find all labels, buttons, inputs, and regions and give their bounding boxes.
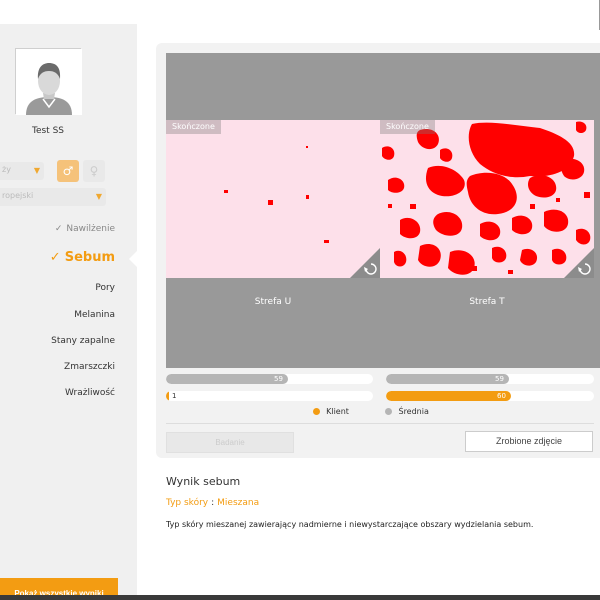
rotate-icon <box>564 248 594 278</box>
menu-item-stany-zapalne[interactable]: Stany zapalne <box>51 336 115 346</box>
zone-u-average-bar: 59 <box>166 374 373 384</box>
legend-average-dot <box>385 408 393 415</box>
zone-u-image[interactable]: Skończone <box>166 120 380 278</box>
zone-t-average-value: 59 <box>495 375 504 383</box>
sebum-map-zone-t <box>382 121 591 275</box>
gender-male-button[interactable]: ♂ <box>57 160 79 182</box>
skin-type-label: Typ skóry <box>166 498 209 508</box>
skin-type-value: Mieszana <box>217 498 260 508</box>
menu-item-pory[interactable]: Pory <box>95 283 115 293</box>
chevron-down-icon: ▼ <box>95 192 102 201</box>
legend: Klient Średnia <box>156 407 600 416</box>
result-description: Typ skóry mieszanej zawierający nadmiern… <box>166 520 534 529</box>
skin-type: Typ skóry: Mieszana <box>166 498 259 508</box>
divider <box>166 423 594 424</box>
zone-t-client-bar: 60 <box>386 391 594 401</box>
zone-u-label: Strefa U <box>254 297 292 307</box>
check-icon: ✓ <box>49 250 61 265</box>
ethnicity-select-value: ropejski <box>2 191 34 200</box>
chevron-down-icon: ▼ <box>33 166 40 175</box>
zone-t-client-fill <box>386 391 511 401</box>
zone-u-average-value: 59 <box>274 375 283 383</box>
zone-t-average-bar: 59 <box>386 374 594 384</box>
user-silhouette-icon <box>16 49 82 115</box>
window-top-strip <box>0 0 600 30</box>
check-icon: ✓ <box>54 224 63 234</box>
legend-client-label: Klient <box>326 407 349 416</box>
menu-item-melanina[interactable]: Melanina <box>74 310 115 320</box>
zone-u-status-tag: Skończone <box>166 120 221 134</box>
rotate-button[interactable] <box>564 248 594 278</box>
male-icon: ♂ <box>62 164 74 178</box>
zone-u-client-value: 1 <box>172 392 177 400</box>
legend-average-label: Średnia <box>398 407 429 416</box>
female-icon: ♀ <box>89 164 99 178</box>
zone-u-average-fill <box>166 374 288 384</box>
zone-t-average-fill <box>386 374 509 384</box>
result-title: Wynik sebum <box>166 475 241 488</box>
rotate-button[interactable] <box>350 248 380 278</box>
taken-photo-button[interactable]: Zrobione zdjęcie <box>465 431 593 452</box>
zone-t-label: Strefa T <box>469 297 505 307</box>
zone-t-status-tag: Skończone <box>380 120 435 134</box>
exam-button[interactable]: Badanie <box>166 432 294 453</box>
gender-female-button[interactable]: ♀ <box>83 160 105 182</box>
active-item-indicator <box>129 251 137 267</box>
zone-u-client-fill <box>166 391 169 401</box>
rotate-icon <box>350 248 380 278</box>
zone-u-client-bar: 1 <box>166 391 373 401</box>
skin-type-separator: : <box>211 498 215 508</box>
ethnicity-select[interactable]: ropejski ▼ <box>0 188 106 206</box>
avatar[interactable] <box>15 48 82 115</box>
menu-item-wrazliwosc[interactable]: Wrażliwość <box>65 388 115 398</box>
user-name: Test SS <box>31 126 64 136</box>
gender-select[interactable]: ży ▼ <box>0 162 44 180</box>
sebum-map-zone-u <box>224 146 329 243</box>
menu-item-zmarszczki[interactable]: Zmarszczki <box>64 362 115 372</box>
gender-select-value: ży <box>2 165 11 174</box>
image-viewer: Skończone Strefa U Skończone Strefa T <box>166 53 600 368</box>
analysis-panel: Skończone Strefa U Skończone Strefa T 59… <box>156 43 600 458</box>
sidebar: Test SS ży ▼ ♂ ♀ ropejski ▼ ✓ Nawilżenie … <box>0 24 137 600</box>
legend-client-dot <box>313 408 321 415</box>
menu-item-nawilzenie[interactable]: ✓ Nawilżenie <box>55 224 115 234</box>
zone-t-client-value: 60 <box>497 392 506 400</box>
taskbar-edge <box>0 595 600 600</box>
zone-t-image[interactable]: Skończone <box>380 120 594 278</box>
menu-item-sebum[interactable]: ✓ Sebum <box>50 250 115 265</box>
